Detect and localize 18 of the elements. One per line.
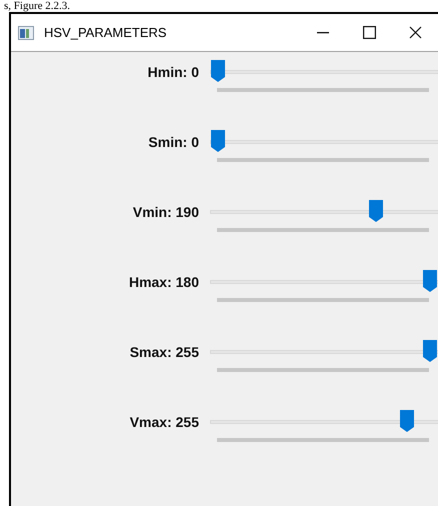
slider-label: Hmin: 0 [146,63,199,82]
close-icon [408,26,422,39]
slider-thumb[interactable] [210,59,226,83]
slider-label: Smax: 255 [128,343,199,362]
slider-label: Vmax: 255 [128,413,199,432]
slider-thumb[interactable] [422,339,438,363]
slider-thumb[interactable] [398,409,415,433]
caption-text: s, Figure 2.2.3. [4,1,70,12]
slider-label: Hmax: 180 [128,273,199,292]
minimize-icon [317,32,329,34]
slider-thumb[interactable] [368,199,384,223]
slider-thumb[interactable] [422,269,438,293]
slider-label: Smin: 0 [147,133,199,152]
slider-label: Vmin: 190 [132,203,199,222]
app-icon [18,26,34,40]
window-title: HSV_PARAMETERS [44,24,167,42]
slider-thumb[interactable] [210,129,226,153]
maximize-icon [362,26,376,39]
